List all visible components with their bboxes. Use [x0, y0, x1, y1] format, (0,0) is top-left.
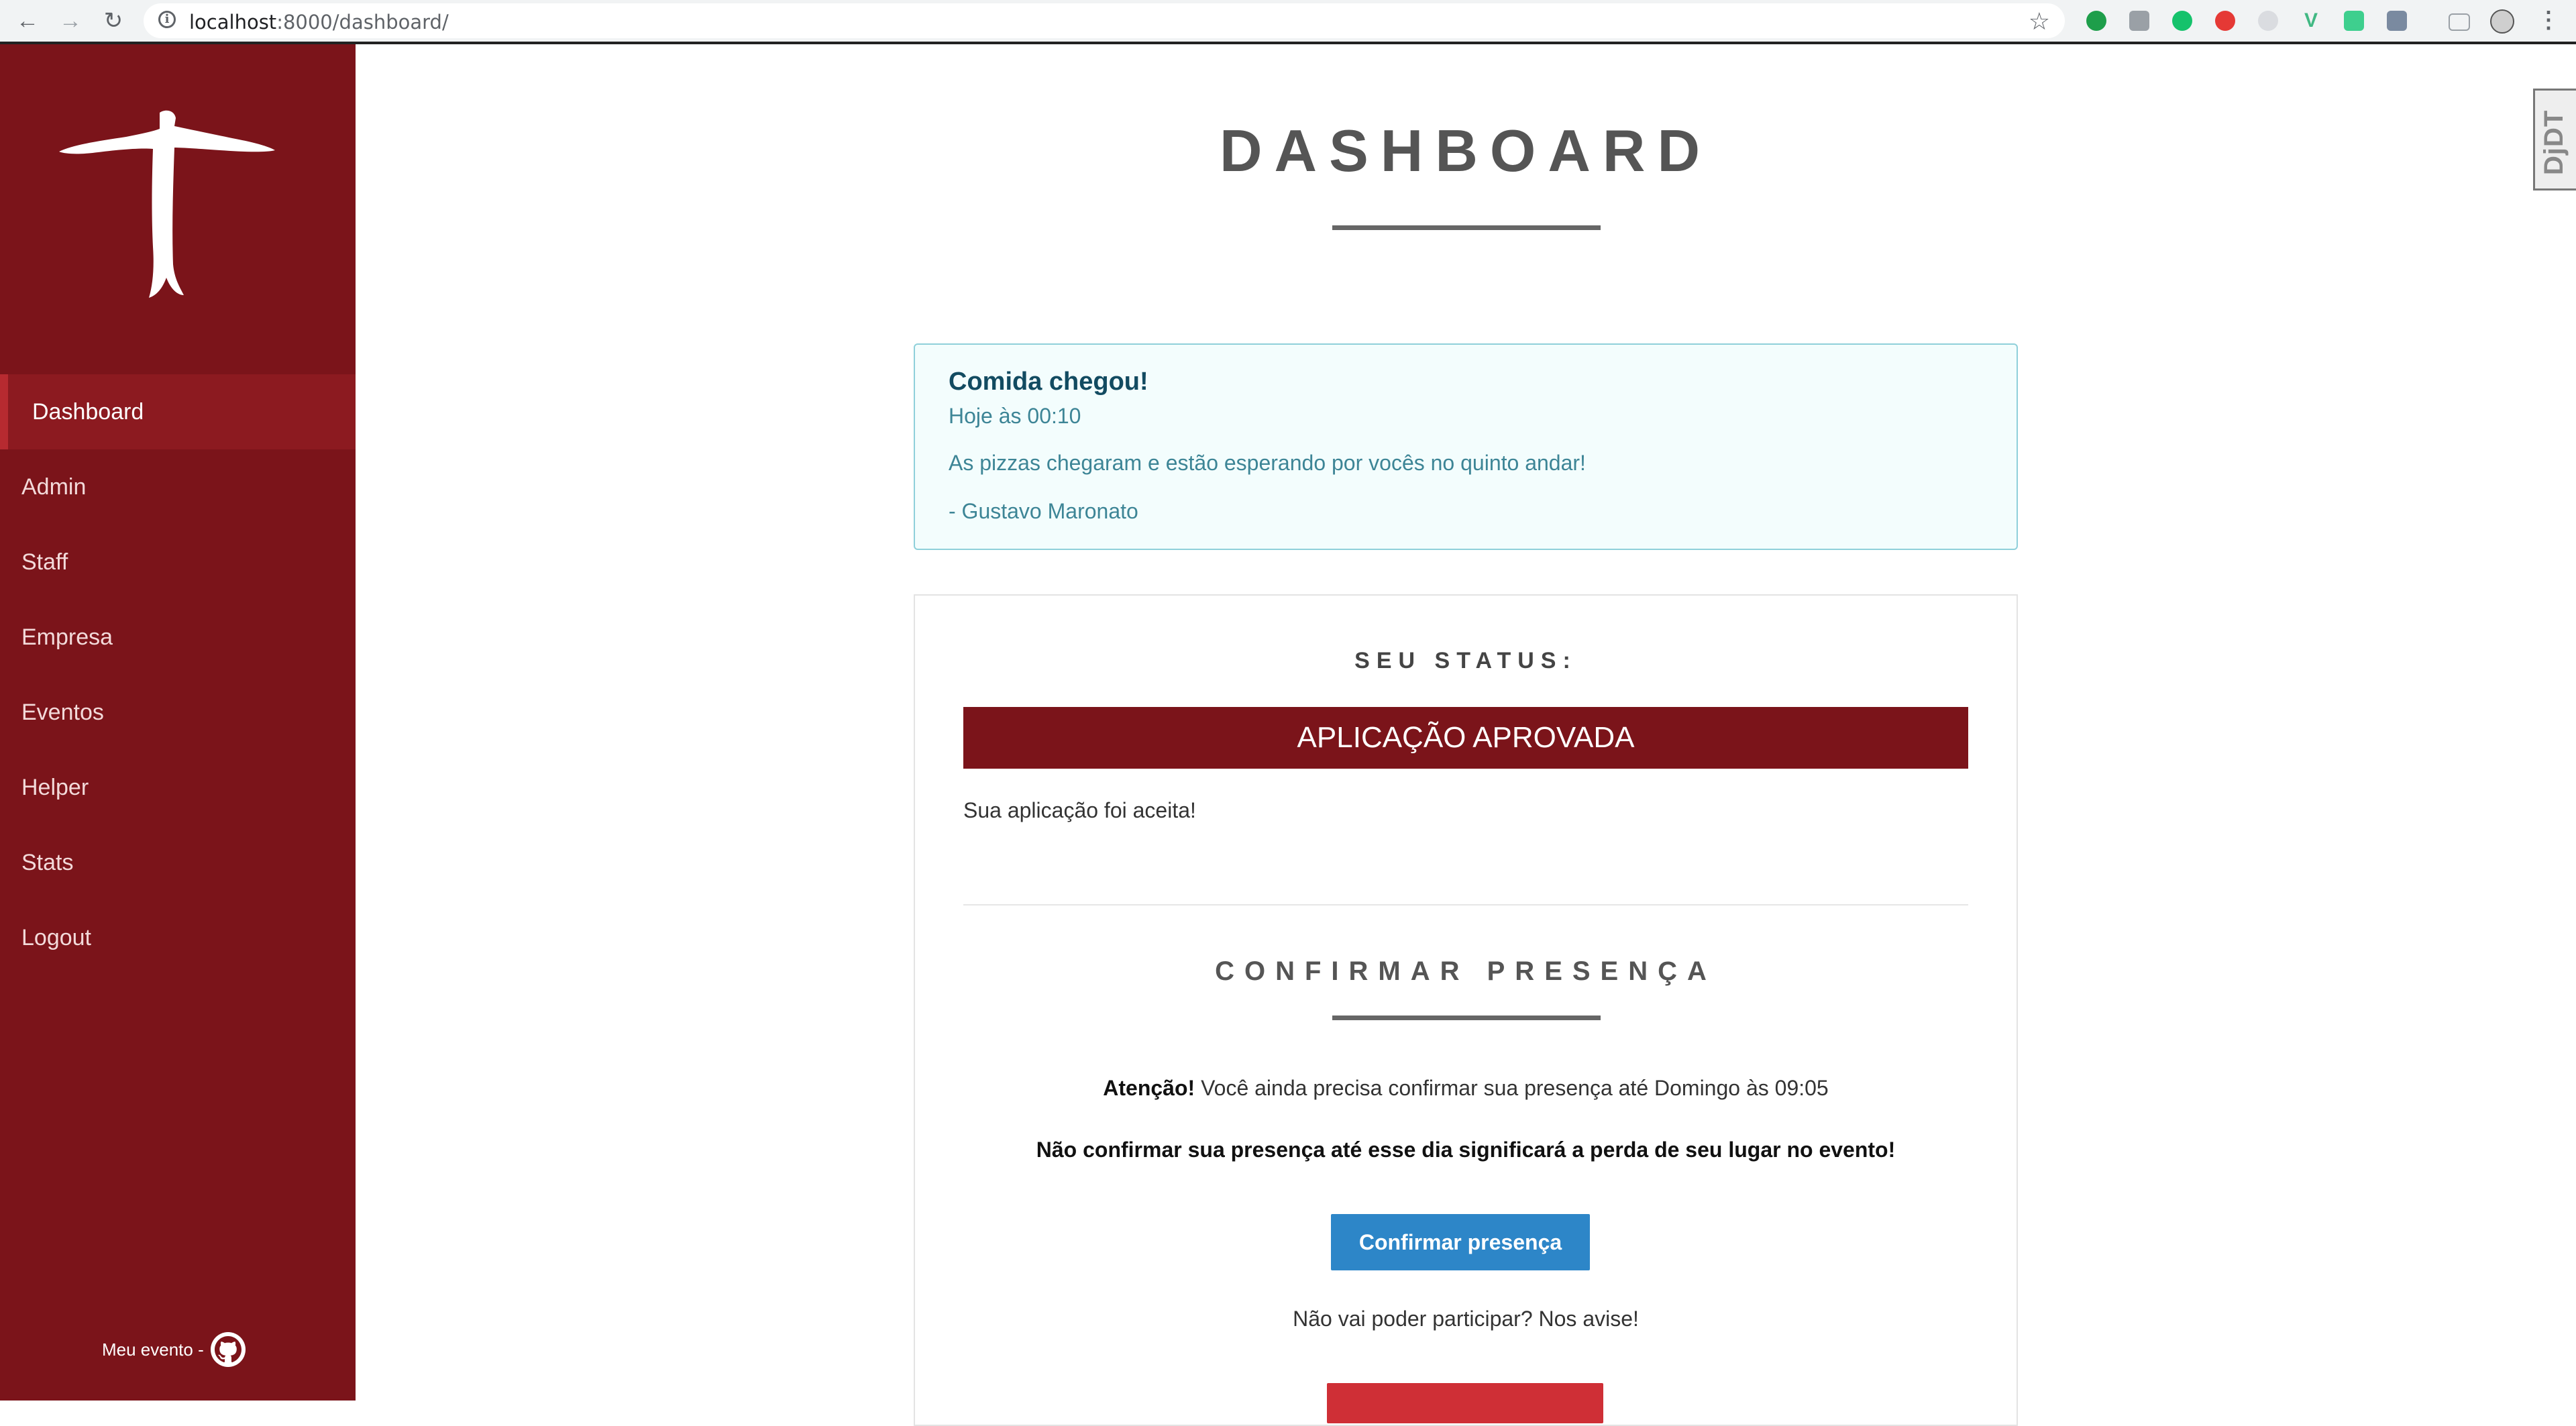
info-icon[interactable]: i [158, 11, 176, 28]
extension-icon[interactable] [2215, 11, 2235, 31]
extension-icon[interactable] [2129, 11, 2149, 31]
browser-toolbar: ← → ↻ i localhost:8000/dashboard/ ☆ V ⋮ [0, 0, 2576, 44]
notice-title: Comida chegou! [949, 368, 1148, 396]
debug-toolbar-label: DjDT [2539, 109, 2569, 175]
cant-attend-text: Não vai poder participar? Nos avise! [1293, 1307, 1639, 1331]
status-heading: SEU STATUS: [1354, 648, 1577, 673]
sidebar-item-staff[interactable]: Staff [0, 525, 356, 600]
sidebar-item-admin[interactable]: Admin [0, 449, 356, 525]
notice-body: As pizzas chegaram e estão esperando por… [949, 451, 1586, 475]
menu-dots-icon[interactable]: ⋮ [2537, 7, 2560, 34]
attention-text: Atenção! Você ainda precisa confirmar su… [915, 1076, 2017, 1101]
sidebar-item-label: Eventos [21, 700, 104, 725]
bookmark-star-icon[interactable]: ☆ [2029, 7, 2050, 36]
vue-devtools-icon[interactable]: V [2301, 11, 2321, 31]
page-title: DASHBOARD [1220, 117, 1712, 184]
notice-author: - Gustavo Maronato [949, 499, 1138, 523]
extension-icon[interactable] [2387, 11, 2407, 31]
confirm-presence-button[interactable]: Confirmar presença [1331, 1214, 1590, 1270]
attention-message: Você ainda precisa confirmar sua presenç… [1201, 1076, 1829, 1100]
sidebar: Dashboard Admin Staff Empresa Eventos He… [0, 44, 356, 1401]
extension-icon[interactable] [2172, 11, 2192, 31]
debug-toolbar-handle[interactable]: DjDT [2533, 89, 2576, 190]
confirm-divider [1332, 1016, 1601, 1020]
person-logo [59, 110, 275, 298]
sidebar-item-logout[interactable]: Logout [0, 900, 356, 975]
sidebar-item-label: Dashboard [32, 399, 144, 425]
sidebar-item-eventos[interactable]: Eventos [0, 675, 356, 750]
title-divider [1332, 225, 1601, 230]
sidebar-item-dashboard[interactable]: Dashboard [0, 374, 356, 449]
notice-card: Comida chegou! Hoje às 00:10 As pizzas c… [914, 343, 2018, 550]
sidebar-item-label: Staff [21, 549, 68, 575]
extension-icon[interactable] [2258, 11, 2278, 31]
status-badge: APLICAÇÃO APROVADA [963, 707, 1968, 769]
reload-icon[interactable]: ↻ [98, 5, 129, 36]
extension-icon[interactable] [2086, 11, 2106, 31]
confirm-heading: CONFIRMAR PRESENÇA [1215, 956, 1717, 986]
footer-text: Meu evento - [102, 1339, 204, 1360]
sidebar-item-empresa[interactable]: Empresa [0, 600, 356, 675]
notice-time: Hoje às 00:10 [949, 404, 1081, 428]
sidebar-item-label: Admin [21, 474, 87, 500]
sidebar-item-label: Empresa [21, 624, 113, 650]
extension-icon[interactable] [2344, 11, 2364, 31]
cast-icon[interactable] [2449, 13, 2470, 31]
back-arrow-icon[interactable]: ← [12, 5, 43, 36]
status-text: Sua aplicação foi aceita! [963, 798, 1196, 822]
forward-arrow-icon[interactable]: → [55, 5, 86, 36]
card-divider [963, 904, 1968, 906]
github-icon[interactable] [210, 1332, 246, 1367]
status-card: SEU STATUS: APLICAÇÃO APROVADA Sua aplic… [914, 594, 2018, 1426]
url-text[interactable]: localhost:8000/dashboard/ [189, 11, 449, 34]
sidebar-footer: Meu evento - [102, 1331, 246, 1368]
sidebar-item-stats[interactable]: Stats [0, 825, 356, 900]
address-bar[interactable]: i localhost:8000/dashboard/ ☆ [144, 3, 2065, 38]
attention-label: Atenção! [1103, 1076, 1195, 1100]
sidebar-item-label: Stats [21, 850, 74, 875]
warning-text: Não confirmar sua presença até esse dia … [1036, 1138, 1896, 1162]
sidebar-item-label: Helper [21, 775, 89, 800]
decline-button[interactable] [1327, 1383, 1603, 1423]
sidebar-item-helper[interactable]: Helper [0, 750, 356, 825]
avatar[interactable] [2490, 9, 2514, 34]
sidebar-item-label: Logout [21, 925, 91, 950]
